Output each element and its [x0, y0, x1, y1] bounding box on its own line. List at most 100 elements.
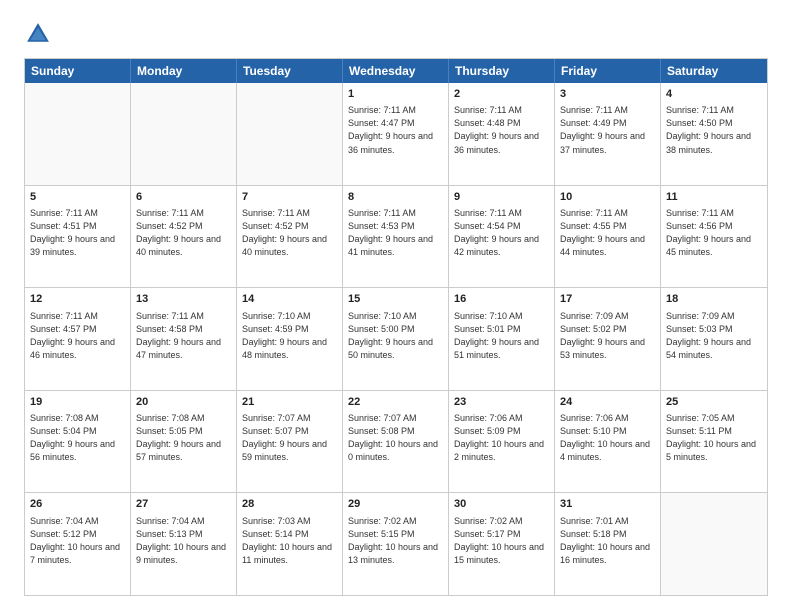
day-number: 3: [560, 87, 655, 102]
day-cell-9: 9 Sunrise: 7:11 AM Sunset: 4:54 PM Daylig…: [449, 186, 555, 288]
cell-info: Sunrise: 7:10 AM Sunset: 5:00 PM Dayligh…: [348, 310, 443, 362]
day-number: 16: [454, 292, 549, 307]
day-cell-empty-4-6: [661, 493, 767, 595]
day-cell-25: 25 Sunrise: 7:05 AM Sunset: 5:11 PM Dayli…: [661, 391, 767, 493]
cell-info: Sunrise: 7:06 AM Sunset: 5:09 PM Dayligh…: [454, 412, 549, 464]
cell-info: Sunrise: 7:11 AM Sunset: 4:47 PM Dayligh…: [348, 104, 443, 156]
day-number: 4: [666, 87, 762, 102]
day-number: 25: [666, 395, 762, 410]
cell-info: Sunrise: 7:07 AM Sunset: 5:08 PM Dayligh…: [348, 412, 443, 464]
cell-info: Sunrise: 7:11 AM Sunset: 4:56 PM Dayligh…: [666, 207, 762, 259]
day-cell-6: 6Sunrise: 7:11 AM Sunset: 4:52 PM Daylig…: [131, 186, 237, 288]
cell-info: Sunrise: 7:09 AM Sunset: 5:03 PM Dayligh…: [666, 310, 762, 362]
day-number: 19: [30, 395, 125, 410]
cell-info: Sunrise: 7:05 AM Sunset: 5:11 PM Dayligh…: [666, 412, 762, 464]
day-number: 30: [454, 497, 549, 512]
day-cell-23: 23 Sunrise: 7:06 AM Sunset: 5:09 PM Dayli…: [449, 391, 555, 493]
day-number: 24: [560, 395, 655, 410]
cell-info: Sunrise: 7:11 AM Sunset: 4:52 PM Dayligh…: [242, 207, 337, 259]
day-number: 15: [348, 292, 443, 307]
cell-info: Sunrise: 7:10 AM Sunset: 4:59 PM Dayligh…: [242, 310, 337, 362]
day-cell-1: 1 Sunrise: 7:11 AM Sunset: 4:47 PM Daylig…: [343, 83, 449, 185]
day-number: 1: [348, 87, 443, 102]
day-cell-22: 22 Sunrise: 7:07 AM Sunset: 5:08 PM Dayli…: [343, 391, 449, 493]
day-number: 20: [136, 395, 231, 410]
day-cell-17: 17 Sunrise: 7:09 AM Sunset: 5:02 PM Dayli…: [555, 288, 661, 390]
calendar-row-4: 26 Sunrise: 7:04 AM Sunset: 5:12 PM Dayli…: [25, 492, 767, 595]
cell-info: Sunrise: 7:01 AM Sunset: 5:18 PM Dayligh…: [560, 515, 655, 567]
day-cell-28: 28 Sunrise: 7:03 AM Sunset: 5:14 PM Dayli…: [237, 493, 343, 595]
day-number: 10: [560, 190, 655, 205]
weekday-header-tuesday: Tuesday: [237, 59, 343, 83]
cell-info: Sunrise: 7:11 AM Sunset: 4:52 PM Dayligh…: [136, 207, 231, 259]
day-number: 12: [30, 292, 125, 307]
logo: [24, 20, 56, 48]
cell-info: Sunrise: 7:10 AM Sunset: 5:01 PM Dayligh…: [454, 310, 549, 362]
day-number: 28: [242, 497, 337, 512]
cell-info: Sunrise: 7:11 AM Sunset: 4:51 PM Dayligh…: [30, 207, 125, 259]
day-cell-26: 26 Sunrise: 7:04 AM Sunset: 5:12 PM Dayli…: [25, 493, 131, 595]
day-cell-10: 10 Sunrise: 7:11 AM Sunset: 4:55 PM Dayli…: [555, 186, 661, 288]
day-cell-5: 5 Sunrise: 7:11 AM Sunset: 4:51 PM Daylig…: [25, 186, 131, 288]
day-cell-empty-0-0: [25, 83, 131, 185]
calendar-row-3: 19Sunrise: 7:08 AM Sunset: 5:04 PM Dayli…: [25, 390, 767, 493]
day-number: 31: [560, 497, 655, 512]
cell-info: Sunrise: 7:11 AM Sunset: 4:49 PM Dayligh…: [560, 104, 655, 156]
cell-info: Sunrise: 7:11 AM Sunset: 4:54 PM Dayligh…: [454, 207, 549, 259]
logo-icon: [24, 20, 52, 48]
day-cell-15: 15 Sunrise: 7:10 AM Sunset: 5:00 PM Dayli…: [343, 288, 449, 390]
calendar-row-2: 12Sunrise: 7:11 AM Sunset: 4:57 PM Dayli…: [25, 287, 767, 390]
cell-info: Sunrise: 7:03 AM Sunset: 5:14 PM Dayligh…: [242, 515, 337, 567]
day-cell-2: 2Sunrise: 7:11 AM Sunset: 4:48 PM Daylig…: [449, 83, 555, 185]
day-number: 2: [454, 87, 549, 102]
header: [24, 20, 768, 48]
day-number: 5: [30, 190, 125, 205]
day-cell-14: 14 Sunrise: 7:10 AM Sunset: 4:59 PM Dayli…: [237, 288, 343, 390]
cell-info: Sunrise: 7:11 AM Sunset: 4:58 PM Dayligh…: [136, 310, 231, 362]
cell-info: Sunrise: 7:04 AM Sunset: 5:12 PM Dayligh…: [30, 515, 125, 567]
day-cell-4: 4 Sunrise: 7:11 AM Sunset: 4:50 PM Daylig…: [661, 83, 767, 185]
day-number: 23: [454, 395, 549, 410]
day-number: 14: [242, 292, 337, 307]
day-cell-7: 7 Sunrise: 7:11 AM Sunset: 4:52 PM Daylig…: [237, 186, 343, 288]
day-number: 18: [666, 292, 762, 307]
day-cell-19: 19Sunrise: 7:08 AM Sunset: 5:04 PM Dayli…: [25, 391, 131, 493]
day-cell-empty-0-1: [131, 83, 237, 185]
day-number: 13: [136, 292, 231, 307]
day-cell-empty-0-2: [237, 83, 343, 185]
day-number: 17: [560, 292, 655, 307]
cell-info: Sunrise: 7:02 AM Sunset: 5:15 PM Dayligh…: [348, 515, 443, 567]
cell-info: Sunrise: 7:11 AM Sunset: 4:50 PM Dayligh…: [666, 104, 762, 156]
day-cell-24: 24 Sunrise: 7:06 AM Sunset: 5:10 PM Dayli…: [555, 391, 661, 493]
day-number: 9: [454, 190, 549, 205]
weekday-header-friday: Friday: [555, 59, 661, 83]
day-cell-27: 27Sunrise: 7:04 AM Sunset: 5:13 PM Dayli…: [131, 493, 237, 595]
weekday-header-thursday: Thursday: [449, 59, 555, 83]
weekday-header-monday: Monday: [131, 59, 237, 83]
calendar-row-0: 1 Sunrise: 7:11 AM Sunset: 4:47 PM Daylig…: [25, 83, 767, 185]
day-number: 27: [136, 497, 231, 512]
day-cell-13: 13 Sunrise: 7:11 AM Sunset: 4:58 PM Dayli…: [131, 288, 237, 390]
page: SundayMondayTuesdayWednesdayThursdayFrid…: [0, 0, 792, 612]
day-number: 11: [666, 190, 762, 205]
day-cell-8: 8Sunrise: 7:11 AM Sunset: 4:53 PM Daylig…: [343, 186, 449, 288]
day-number: 8: [348, 190, 443, 205]
cell-info: Sunrise: 7:02 AM Sunset: 5:17 PM Dayligh…: [454, 515, 549, 567]
cell-info: Sunrise: 7:09 AM Sunset: 5:02 PM Dayligh…: [560, 310, 655, 362]
cell-info: Sunrise: 7:07 AM Sunset: 5:07 PM Dayligh…: [242, 412, 337, 464]
day-cell-16: 16 Sunrise: 7:10 AM Sunset: 5:01 PM Dayli…: [449, 288, 555, 390]
day-number: 7: [242, 190, 337, 205]
day-cell-31: 31 Sunrise: 7:01 AM Sunset: 5:18 PM Dayli…: [555, 493, 661, 595]
calendar-header: SundayMondayTuesdayWednesdayThursdayFrid…: [25, 59, 767, 83]
day-cell-11: 11 Sunrise: 7:11 AM Sunset: 4:56 PM Dayli…: [661, 186, 767, 288]
weekday-header-wednesday: Wednesday: [343, 59, 449, 83]
cell-info: Sunrise: 7:08 AM Sunset: 5:05 PM Dayligh…: [136, 412, 231, 464]
day-cell-20: 20 Sunrise: 7:08 AM Sunset: 5:05 PM Dayli…: [131, 391, 237, 493]
cell-info: Sunrise: 7:11 AM Sunset: 4:55 PM Dayligh…: [560, 207, 655, 259]
cell-info: Sunrise: 7:06 AM Sunset: 5:10 PM Dayligh…: [560, 412, 655, 464]
day-cell-29: 29Sunrise: 7:02 AM Sunset: 5:15 PM Dayli…: [343, 493, 449, 595]
weekday-header-saturday: Saturday: [661, 59, 767, 83]
day-cell-30: 30 Sunrise: 7:02 AM Sunset: 5:17 PM Dayli…: [449, 493, 555, 595]
day-number: 22: [348, 395, 443, 410]
day-number: 26: [30, 497, 125, 512]
